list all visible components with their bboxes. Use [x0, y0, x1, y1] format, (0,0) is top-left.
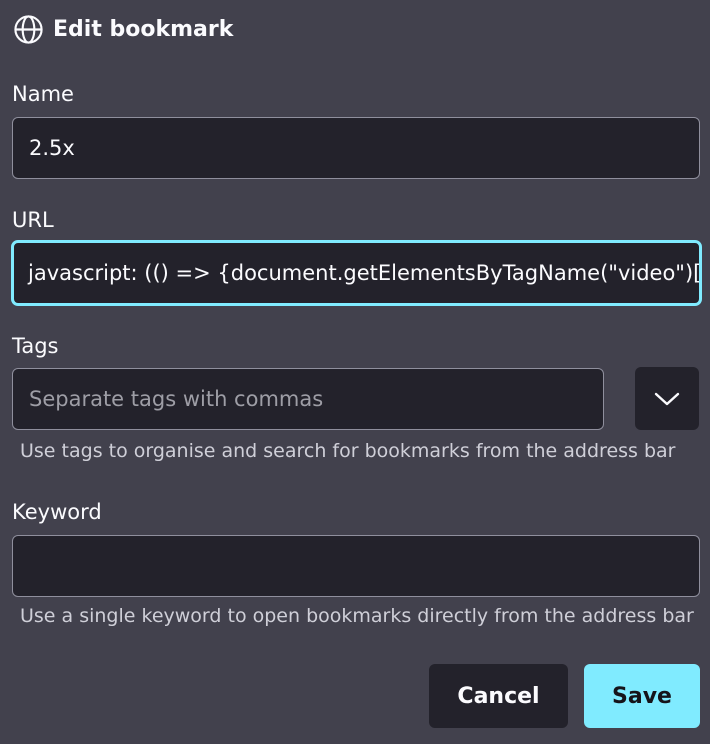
tags-dropdown-button[interactable] [635, 367, 699, 430]
panel-header: Edit bookmark [13, 13, 233, 45]
url-label: URL [12, 208, 54, 232]
name-label: Name [12, 82, 74, 106]
tags-hint: Use tags to organise and search for book… [20, 440, 676, 462]
globe-icon [14, 14, 43, 44]
url-field-value: javascript: (() => {document.getElements… [28, 261, 702, 285]
keyword-field[interactable] [12, 535, 700, 597]
url-field[interactable]: javascript: (() => {document.getElements… [11, 240, 702, 306]
edit-bookmark-panel: Edit bookmark Name 2.5x URL javascript: … [0, 0, 710, 744]
tags-label: Tags [12, 334, 59, 358]
keyword-hint: Use a single keyword to open bookmarks d… [20, 605, 694, 627]
name-field[interactable]: 2.5x [12, 117, 700, 179]
page-title: Edit bookmark [53, 16, 234, 42]
tags-field[interactable]: Separate tags with commas [12, 368, 604, 430]
chevron-down-icon [654, 392, 680, 405]
keyword-label: Keyword [12, 500, 102, 524]
cancel-button[interactable]: Cancel [429, 664, 568, 728]
save-button[interactable]: Save [584, 664, 700, 728]
tags-placeholder: Separate tags with commas [29, 387, 324, 411]
name-field-value: 2.5x [29, 136, 75, 160]
